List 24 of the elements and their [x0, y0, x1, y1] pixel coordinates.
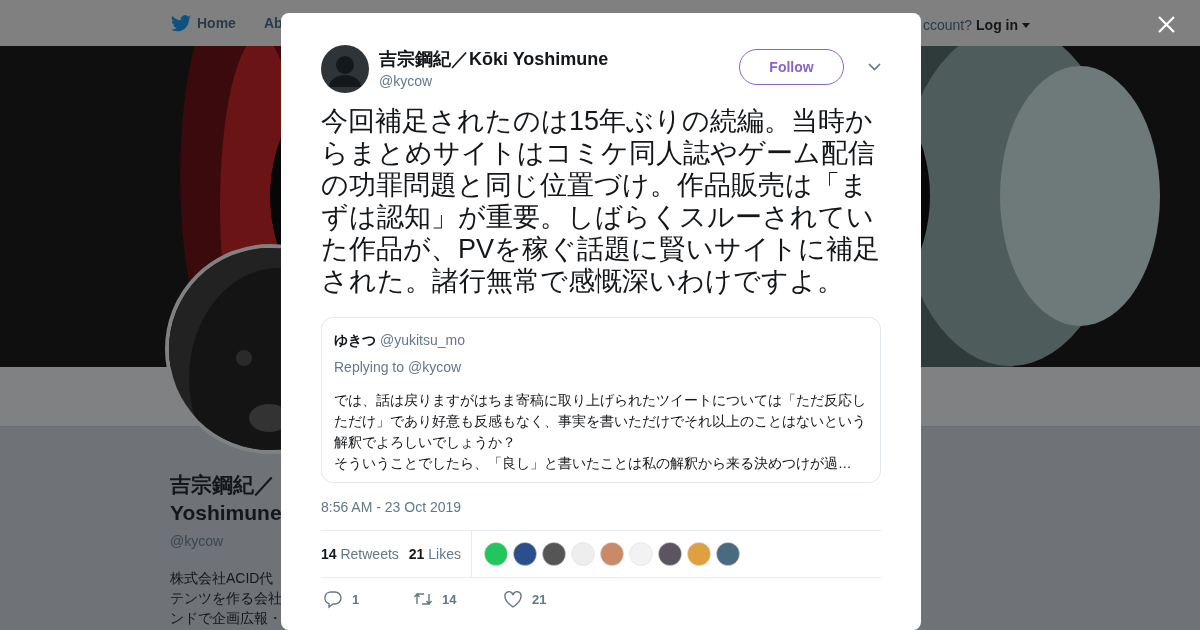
bio-text: テンツを作る会社 — [170, 589, 282, 608]
profile-name: Yoshimune — [170, 500, 282, 526]
bio-text: ンドで企画広報・ — [170, 609, 282, 628]
account-prompt: ccount? — [923, 16, 973, 35]
bird-icon — [171, 14, 191, 32]
quoted-text: そういうことでしたら、「良し」と書いたことは私の解釈から来る決めつけが過… — [334, 455, 853, 473]
reply-icon[interactable] — [323, 590, 343, 610]
bio-text: 株式会社ACID代 — [170, 569, 274, 588]
stat-link[interactable]: 21 Likes — [408, 543, 461, 565]
quoted-text: では、話は戻りますがはちま寄稿に取り上げられたツイートについては「ただ反応しただけ」であり好意も反感もなく、事実を書いただけでそれ以上のことはないという解釈でよろしいでしょうか？ — [334, 392, 867, 452]
timestamp: 8:56 AM - 23 Oct 2019 — [321, 498, 463, 517]
caret-icon — [1022, 23, 1031, 28]
avatar[interactable] — [542, 542, 566, 566]
action-count: 21 — [532, 591, 547, 609]
close-icon[interactable] — [1158, 16, 1175, 33]
avatar[interactable] — [513, 542, 537, 566]
login-link[interactable]: Log in — [976, 15, 1019, 36]
stat-link[interactable]: 14 Retweets — [321, 543, 399, 565]
heart-icon[interactable] — [503, 590, 523, 610]
avatar[interactable] — [716, 542, 740, 566]
action-count: 1 — [352, 591, 360, 609]
profile-name: 吉宗鋼紀／ — [170, 472, 275, 498]
action-count: 14 — [442, 591, 457, 609]
avatar[interactable] — [658, 542, 682, 566]
